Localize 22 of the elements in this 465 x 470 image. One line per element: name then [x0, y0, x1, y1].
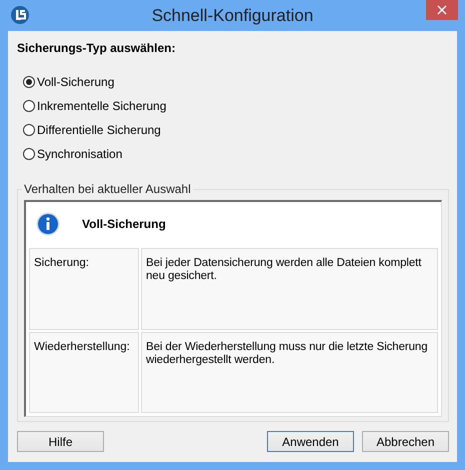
info-title: Voll-Sicherung	[82, 217, 166, 231]
option-label[interactable]: Differentielle Sicherung	[37, 123, 161, 137]
dialog-button[interactable]: Hilfe	[17, 431, 104, 452]
property-label: Wiederherstellung:	[29, 332, 139, 413]
property-label: Sicherung:	[29, 248, 139, 330]
radio-button[interactable]	[23, 124, 35, 136]
app-logo-icon	[10, 5, 30, 25]
radio-button[interactable]	[23, 148, 35, 160]
dialog-button[interactable]: Abbrechen	[362, 431, 449, 452]
option-label[interactable]: Synchronisation	[37, 147, 122, 161]
option-label[interactable]: Inkrementelle Sicherung	[37, 99, 166, 113]
radio-button[interactable]	[23, 76, 35, 88]
close-button[interactable]: ×	[426, 0, 458, 20]
option-label[interactable]: Voll-Sicherung	[37, 75, 114, 89]
section-heading: Sicherungs-Typ auswählen:	[17, 41, 176, 55]
info-icon	[36, 212, 60, 236]
group-title: Verhalten bei aktueller Auswahl	[23, 182, 192, 196]
radio-button[interactable]	[23, 100, 35, 112]
property-description: Bei jeder Datensicherung werden alle Dateien komplett neu gesichert.	[141, 248, 438, 330]
property-description: Bei der Wiederherstellung muss nur die letzte Sicherung wiederhergestellt werden.	[141, 332, 438, 413]
window-title: Schnell-Konfiguration	[152, 6, 314, 26]
dialog-button[interactable]: Anwenden	[267, 431, 354, 452]
